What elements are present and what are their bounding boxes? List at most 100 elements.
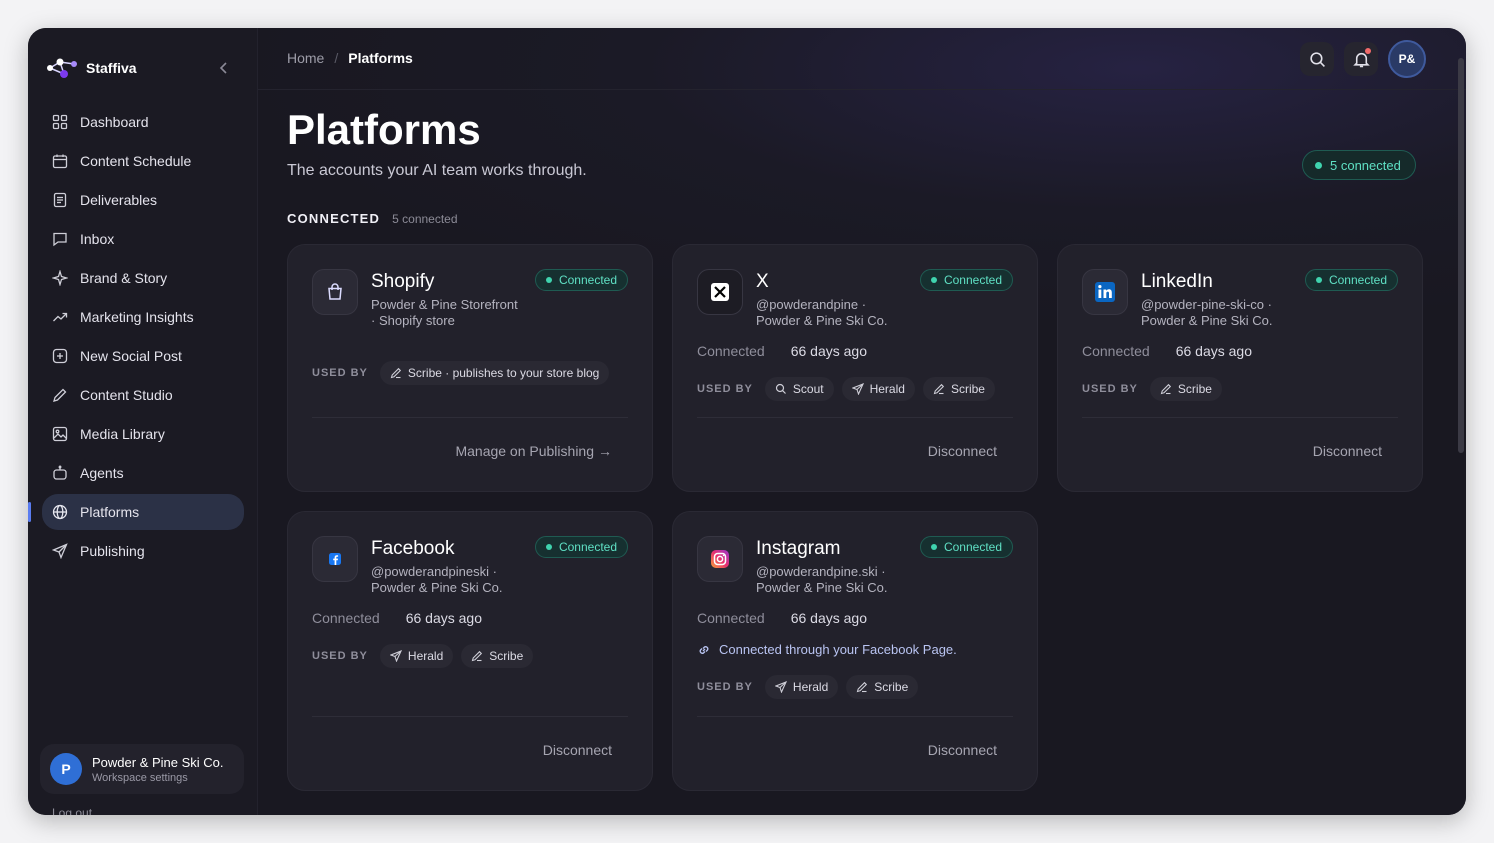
agent-chip-label: Scribe · publishes to your store blog: [407, 366, 600, 380]
sidebar-item-inbox[interactable]: Inbox: [42, 221, 244, 257]
agent-chip-scribe[interactable]: Scribe: [922, 377, 995, 401]
status-badge: Connected: [919, 536, 1013, 558]
status-badge-label: Connected: [1328, 273, 1387, 287]
disconnect-button[interactable]: Disconnect: [928, 443, 997, 459]
agent-chip-herald[interactable]: Herald: [764, 675, 839, 699]
agent-chip-scribe[interactable]: Scribe: [1149, 377, 1222, 401]
status-dot: [930, 277, 937, 283]
agent-chip-herald[interactable]: Herald: [841, 377, 915, 401]
main-content: Home / Platforms P& Platforms The accoun…: [258, 28, 1466, 815]
agent-chip-scribe[interactable]: Scribe: [461, 644, 534, 668]
globe-icon: [52, 504, 68, 520]
sidebar-item-dashboard[interactable]: Dashboard: [42, 104, 244, 140]
app-window: Staffiva Dashboard Content Schedule Deli…: [28, 28, 1466, 815]
trend-icon: [53, 312, 68, 322]
sidebar-item-label: Dashboard: [80, 114, 149, 130]
send-icon: [389, 650, 402, 662]
sidebar-item-new-social-post[interactable]: New Social Post: [42, 338, 244, 374]
collapse-sidebar-icon[interactable]: [214, 58, 234, 78]
sidebar-item-publishing[interactable]: Publishing: [42, 533, 244, 569]
send-icon: [851, 383, 864, 395]
sidebar-item-brand-story[interactable]: Brand & Story: [42, 260, 244, 296]
disconnect-button[interactable]: Disconnect: [1313, 443, 1382, 459]
disconnect-button[interactable]: Disconnect: [928, 742, 997, 758]
connected-meta: Connected 66 days ago: [697, 343, 867, 359]
agent-chip-label: Herald: [792, 680, 829, 694]
status-badge-label: Connected: [558, 540, 617, 554]
message-icon: [53, 232, 67, 247]
sidebar-item-marketing-insights[interactable]: Marketing Insights: [42, 299, 244, 335]
arrow-right-icon: →: [598, 443, 612, 459]
facebook-logo-icon: [329, 553, 341, 565]
status-dot: [545, 544, 552, 550]
sidebar-item-label: Brand & Story: [80, 270, 168, 286]
connected-time: 66 days ago: [1175, 343, 1253, 359]
brand[interactable]: Staffiva: [46, 54, 137, 82]
card-divider: [1082, 417, 1398, 418]
agent-chip-scribe[interactable]: Scribe: [846, 675, 919, 699]
manage-on-publishing-link[interactable]: Manage on Publishing →: [455, 443, 612, 459]
agent-chip[interactable]: Scribe · publishes to your store blog: [379, 361, 610, 385]
card-divider: [697, 716, 1013, 717]
pencil-icon: [390, 367, 401, 379]
disconnect-button[interactable]: Disconnect: [543, 742, 612, 758]
card-divider: [697, 417, 1013, 418]
link-icon: [699, 645, 709, 654]
platform-name: Shopify: [371, 271, 435, 292]
sidebar-item-label: New Social Post: [80, 348, 182, 364]
workspace-settings-link: Workspace settings: [92, 771, 188, 784]
pencil-icon: [53, 388, 67, 402]
agent-chip-scout[interactable]: Scout: [764, 377, 834, 401]
agent-chip-label: Scribe: [489, 649, 524, 663]
status-dot: [1315, 161, 1322, 169]
sidebar-item-label: Deliverables: [80, 192, 158, 208]
notification-dot: [1365, 48, 1371, 54]
connected-via-note: Connected through your Facebook Page.: [697, 642, 957, 657]
logout-link[interactable]: Log out: [52, 806, 92, 815]
card-divider: [312, 417, 628, 418]
workspace-switcher[interactable]: P Powder & Pine Ski Co. Workspace settin…: [40, 744, 244, 794]
platform-card-facebook: Facebook @powderandpineski · Powder & Pi…: [287, 511, 653, 791]
sidebar-item-label: Marketing Insights: [80, 309, 194, 325]
sidebar-item-label: Agents: [80, 465, 124, 481]
agent-chip-label: Scribe: [950, 382, 985, 396]
status-dot: [545, 277, 552, 283]
section-header: CONNECTED 5 connected: [287, 211, 458, 226]
instagram-logo-icon: [711, 550, 729, 568]
breadcrumb-home[interactable]: Home: [287, 50, 324, 66]
agent-chip-herald[interactable]: Herald: [379, 644, 454, 668]
platform-logo: [312, 536, 358, 582]
platform-card-linkedin: LinkedIn @powder-pine-ski-co · Powder & …: [1057, 244, 1423, 492]
action-label: Manage on Publishing: [455, 443, 594, 459]
sidebar-item-deliverables[interactable]: Deliverables: [42, 182, 244, 218]
status-badge-label: Connected: [943, 540, 1002, 554]
platform-name: Facebook: [371, 538, 455, 559]
connected-meta: Connected 66 days ago: [1082, 343, 1252, 359]
used-by-label: USED BY: [1082, 383, 1138, 395]
platform-card-shopify: Shopify Powder & Pine Storefront · Shopi…: [287, 244, 653, 492]
search-button[interactable]: [1300, 42, 1334, 76]
used-by-row: USED BY Scout Herald Scribe: [697, 377, 995, 401]
sidebar-item-media-library[interactable]: Media Library: [42, 416, 244, 452]
status-badge: Connected: [534, 269, 628, 291]
calendar-icon: [52, 154, 68, 169]
notifications-button[interactable]: [1344, 42, 1378, 76]
sidebar-item-content-studio[interactable]: Content Studio: [42, 377, 244, 413]
sidebar-item-agents[interactable]: Agents: [42, 455, 244, 491]
sidebar-item-label: Publishing: [80, 543, 145, 559]
scrollbar[interactable]: [1458, 58, 1464, 453]
status-badge: Connected: [1304, 269, 1398, 291]
sidebar-item-platforms[interactable]: Platforms: [28, 494, 244, 530]
used-by-label: USED BY: [697, 681, 753, 693]
sidebar-item-content-schedule[interactable]: Content Schedule: [42, 143, 244, 179]
status-badge-label: Connected: [943, 273, 1002, 287]
status-badge: Connected: [919, 269, 1013, 291]
status-dot: [930, 544, 937, 550]
user-avatar[interactable]: P&: [1388, 40, 1426, 78]
platform-name: X: [756, 271, 769, 292]
connected-meta: Connected 66 days ago: [697, 610, 867, 626]
section-count: 5 connected: [392, 212, 458, 226]
used-by-label: USED BY: [312, 650, 368, 662]
connected-time: 66 days ago: [405, 610, 483, 626]
workspace-avatar: P: [50, 753, 82, 785]
